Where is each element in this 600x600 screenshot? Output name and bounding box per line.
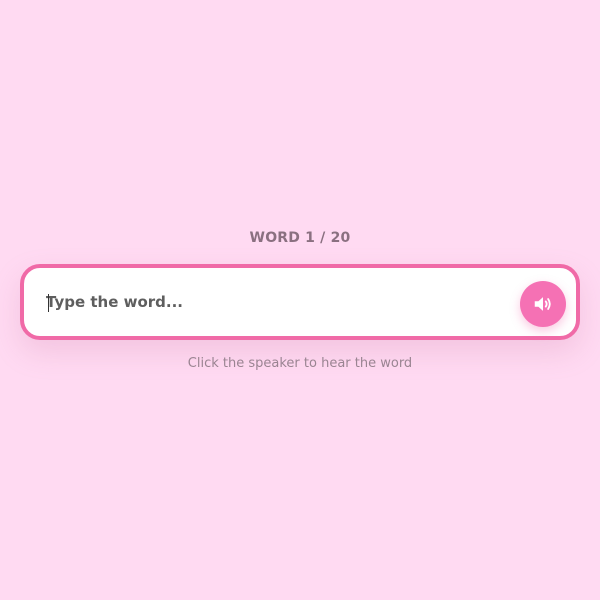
word-counter: WORD 1 / 20 [249,230,351,246]
text-caret [48,294,49,312]
hint-text: Click the speaker to hear the word [187,356,413,371]
speaker-icon [534,297,551,311]
speaker-button[interactable] [520,281,566,327]
word-input[interactable] [46,282,506,322]
word-input-card [20,264,580,340]
